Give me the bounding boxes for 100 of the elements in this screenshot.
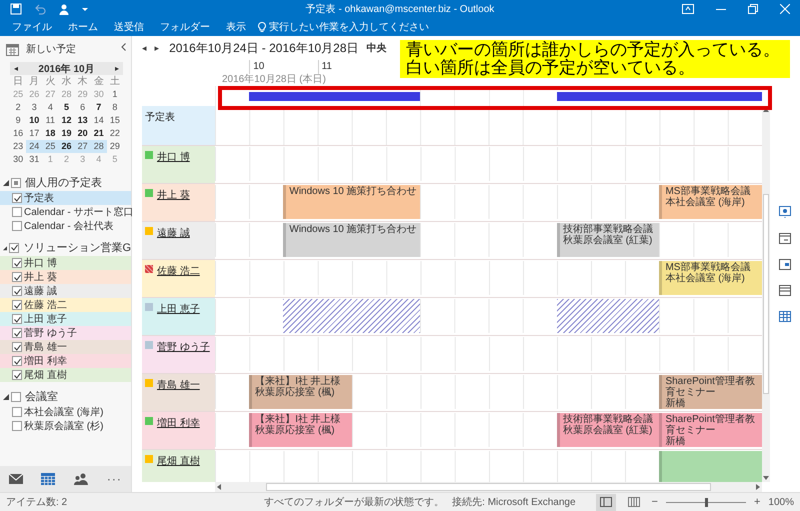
checkbox[interactable] [11,392,21,402]
calendar-list-item[interactable]: 遠藤 誠 [0,284,131,298]
new-appointment-button[interactable]: 新しい予定 [6,42,76,56]
calendar-day[interactable]: 8 [106,101,123,114]
calendar-day[interactable]: 26 [58,140,75,153]
appointment[interactable]: MS部事業戦略会議 本社会議室 (海岸) [659,261,762,295]
checkbox[interactable] [12,272,22,282]
calendar-day[interactable]: 27 [74,140,91,153]
calendar-day[interactable]: 22 [106,127,123,140]
person-name-link[interactable]: 佐藤 浩二 [157,264,200,278]
checkbox[interactable] [12,370,22,380]
person-name-link[interactable]: 上田 恵子 [157,302,200,316]
restore-icon[interactable] [748,4,758,14]
calendar-day[interactable]: 2 [10,101,26,114]
previous-month-button[interactable]: ◂ [14,64,18,73]
calendar-day[interactable]: 31 [26,153,42,166]
calendar-list-item[interactable]: 菅野 ゆう子 [0,326,131,340]
calendar-list-item[interactable]: 尾畑 直樹 [0,368,131,382]
previous-button[interactable]: ◂ [142,42,147,54]
next-month-button[interactable]: ▸ [114,64,119,73]
calendar-day[interactable]: 9 [10,114,26,127]
checkbox[interactable] [12,258,22,268]
calendar-day[interactable]: 1 [106,88,123,101]
calendar-day[interactable]: 25 [42,140,58,153]
ribbon-tab[interactable]: 表示 [218,20,254,34]
tentative-appointment[interactable] [283,299,420,333]
calendar-list-item[interactable]: 増田 利幸 [0,354,131,368]
scroll-down-icon[interactable] [763,476,769,480]
calendar-day[interactable]: 30 [10,153,26,166]
calendar-day[interactable]: 20 [74,127,91,140]
scroll-thumb[interactable] [266,483,712,491]
calendar-day[interactable]: 7 [90,101,107,114]
calendar-list-item[interactable]: 青島 雄一 [0,340,131,354]
calendar-list-item[interactable]: Calendar - 会社代表 [0,219,131,233]
calendar-day[interactable]: 5 [58,101,75,114]
tentative-appointment[interactable] [556,299,660,333]
person-name-link[interactable]: 尾畑 直樹 [157,454,200,468]
window-icon[interactable] [779,259,791,270]
more-button[interactable]: ··· [106,472,122,486]
calendar-day[interactable]: 4 [42,101,58,114]
checkbox[interactable] [12,407,22,417]
calendar-day[interactable]: 10 [26,114,42,127]
zoom-in-button[interactable]: + [754,496,760,508]
calendar-day[interactable]: 14 [90,114,107,127]
normal-view-button[interactable] [596,494,616,510]
calendar-icon[interactable] [41,473,56,485]
person-name-link[interactable]: 青島 雄一 [157,378,200,392]
table-icon[interactable] [779,311,791,322]
appointment[interactable]: SharePoint管理者教育セミナー 新橋 [659,375,762,409]
checkbox[interactable] [12,328,22,338]
calendar-day[interactable]: 17 [26,127,42,140]
appointment[interactable]: SharePoint管理者教育セミナー 新橋 [659,413,762,447]
calendar-list-item[interactable]: 予定表 [0,191,131,205]
checkbox[interactable] [9,242,20,252]
calendar-day[interactable]: 6 [74,101,91,114]
scroll-right-icon[interactable] [756,484,760,490]
calendar-day[interactable]: 18 [42,127,58,140]
ribbon-tab[interactable]: ホーム [60,20,106,34]
calendar-day[interactable]: 15 [106,114,123,127]
scroll-left-icon[interactable] [217,484,221,490]
calendar-list-item[interactable]: 秋葉原会議室 (杉) [0,419,131,433]
appointment[interactable]: 【来社】I社 井上様 秋葉原応接室 (楓) [249,375,352,409]
calendar-list-item[interactable]: 佐藤 浩二 [0,298,131,312]
person-name-link[interactable]: 井上 葵 [157,188,190,202]
calendar-list-item[interactable]: Calendar - サポート窓口 [0,205,131,219]
calendar-list-item[interactable]: 井口 博 [0,256,131,270]
appointment[interactable]: 技術部事業戦略会議 秋葉原会議室 (紅葉) [556,413,660,447]
close-icon[interactable] [780,4,790,14]
window-icon[interactable] [779,285,791,296]
calendar-day[interactable]: 13 [74,114,91,127]
checkbox[interactable] [12,342,22,352]
calendar-day[interactable]: 12 [58,114,75,127]
calendar-day[interactable]: 3 [26,101,42,114]
save-icon[interactable] [10,3,22,15]
collapse-icon[interactable] [121,43,126,51]
ribbon-tab[interactable]: ファイル [4,20,60,34]
calendar-list-item[interactable]: 上田 恵子 [0,312,131,326]
checkbox[interactable] [12,193,22,203]
window-icon[interactable] [779,233,791,244]
zoom-out-button[interactable]: − [652,496,658,508]
calendar-day[interactable]: 16 [10,127,26,140]
appointment[interactable]: 【来社】I社 井上様 秋葉原応接室 (楓) [249,413,352,447]
expand-icon[interactable] [3,394,9,400]
person-name-link[interactable]: 井口 博 [157,150,190,164]
appointment[interactable]: MS部事業戦略会議 本社会議室 (海岸) [659,185,762,219]
calendar-list-item[interactable]: 井上 葵 [0,270,131,284]
scroll-thumb[interactable] [763,194,769,394]
person-name-link[interactable]: 増田 利幸 [157,416,200,430]
calendar-day[interactable]: 23 [10,140,26,153]
checkbox[interactable] [12,300,22,310]
ribbon-tab[interactable]: フォルダー [152,20,218,34]
checkbox[interactable] [12,421,22,431]
calendar-day[interactable]: 11 [42,114,58,127]
appointment[interactable]: Windows 10 施策打ち合わせ [283,223,420,257]
checkbox[interactable] [11,178,21,188]
calendar-day[interactable]: 19 [58,127,75,140]
slider-thumb[interactable] [704,498,708,506]
person-name-link[interactable]: 遠藤 誠 [157,226,190,240]
checkbox[interactable] [12,286,22,296]
checkbox[interactable] [12,314,22,324]
